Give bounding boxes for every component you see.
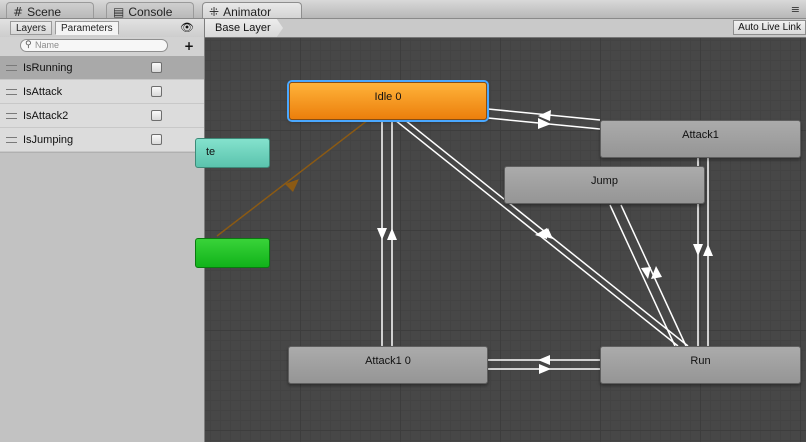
search-row: ⚲ Name + [0, 37, 204, 57]
parameter-checkbox[interactable] [151, 62, 162, 73]
drag-handle-icon[interactable] [6, 112, 17, 119]
state-label: Idle 0 [374, 91, 402, 103]
arrow-down-attack1-0 [377, 228, 387, 240]
window-menu-icon[interactable]: ≡ [791, 3, 800, 16]
entry-transition-arrow [285, 179, 299, 192]
parameter-checkbox[interactable] [151, 134, 162, 145]
search-input[interactable]: ⚲ Name [20, 39, 168, 52]
drag-handle-icon[interactable] [6, 136, 17, 143]
grid-icon: # [13, 4, 24, 19]
parameter-name: IsAttack2 [23, 109, 69, 122]
tab-console-label: Console [128, 4, 173, 19]
parameter-checkbox[interactable] [151, 86, 162, 97]
parameter-row-isjumping[interactable]: IsJumping [0, 128, 204, 152]
tab-console[interactable]: ▤ Console [106, 2, 194, 19]
arrow-to-attack1-0 [538, 355, 550, 365]
state-label: Attack1 [682, 129, 719, 141]
parameter-name: IsJumping [23, 133, 74, 146]
animator-graph[interactable]: te Idle 0 Attack1 Jump Attack1 0 Run [195, 38, 806, 442]
state-label: Run [690, 355, 711, 367]
state-run[interactable]: Run [600, 346, 801, 384]
tab-scene[interactable]: # Scene [6, 2, 94, 19]
console-icon: ▤ [113, 4, 125, 19]
drag-handle-icon[interactable] [6, 64, 17, 71]
eye-icon[interactable]: 👁 [180, 21, 194, 34]
parameters-panel: Layers Parameters 👁 ⚲ Name + IsRunning I… [0, 19, 205, 442]
search-icon: ⚲ [25, 40, 32, 50]
state-label: te [206, 146, 216, 158]
tab-animator[interactable]: ⁜ Animator [202, 2, 302, 19]
breadcrumb-bar: Base Layer Auto Live Link [205, 19, 806, 38]
state-attack1[interactable]: Attack1 [600, 120, 801, 158]
window-tab-bar: # Scene ▤ Console ⁜ Animator ≡ [0, 0, 806, 19]
state-jump[interactable]: Jump [504, 166, 705, 204]
parameter-row-isattack2[interactable]: IsAttack2 [0, 104, 204, 128]
parameter-row-isrunning[interactable]: IsRunning [0, 56, 204, 80]
add-parameter-icon[interactable]: + [184, 39, 194, 53]
arrow-to-run [539, 364, 551, 374]
parameter-checkbox[interactable] [151, 110, 162, 121]
search-placeholder: Name [35, 40, 60, 50]
animator-icon: ⁜ [209, 4, 220, 19]
parameter-row-isattack[interactable]: IsAttack [0, 80, 204, 104]
tab-layers[interactable]: Layers [10, 21, 53, 35]
arrow-up-idle [387, 228, 397, 240]
state-attack1-0[interactable]: Attack1 0 [288, 346, 488, 384]
arrow-up-attack1 [703, 244, 713, 256]
breadcrumb-base-layer[interactable]: Base Layer [205, 19, 283, 37]
state-any-state[interactable]: te [195, 138, 270, 168]
drag-handle-icon[interactable] [6, 88, 17, 95]
tab-scene-label: Scene [27, 4, 62, 19]
transition-jump-run[interactable] [609, 204, 676, 347]
auto-live-link-button[interactable]: Auto Live Link [733, 20, 806, 35]
parameter-name: IsAttack [23, 85, 63, 98]
state-label: Jump [591, 175, 618, 187]
state-entry[interactable] [195, 238, 270, 268]
parameter-name: IsRunning [23, 61, 73, 74]
parameter-list: IsRunning IsAttack IsAttack2 IsJumping [0, 56, 204, 153]
panel-tabs: Layers Parameters 👁 [0, 19, 204, 38]
tab-parameters[interactable]: Parameters [55, 21, 119, 35]
arrow-down-run [693, 244, 703, 256]
state-idle-0[interactable]: Idle 0 [289, 82, 487, 120]
tab-animator-label: Animator [223, 4, 272, 19]
state-label: Attack1 0 [365, 355, 411, 367]
